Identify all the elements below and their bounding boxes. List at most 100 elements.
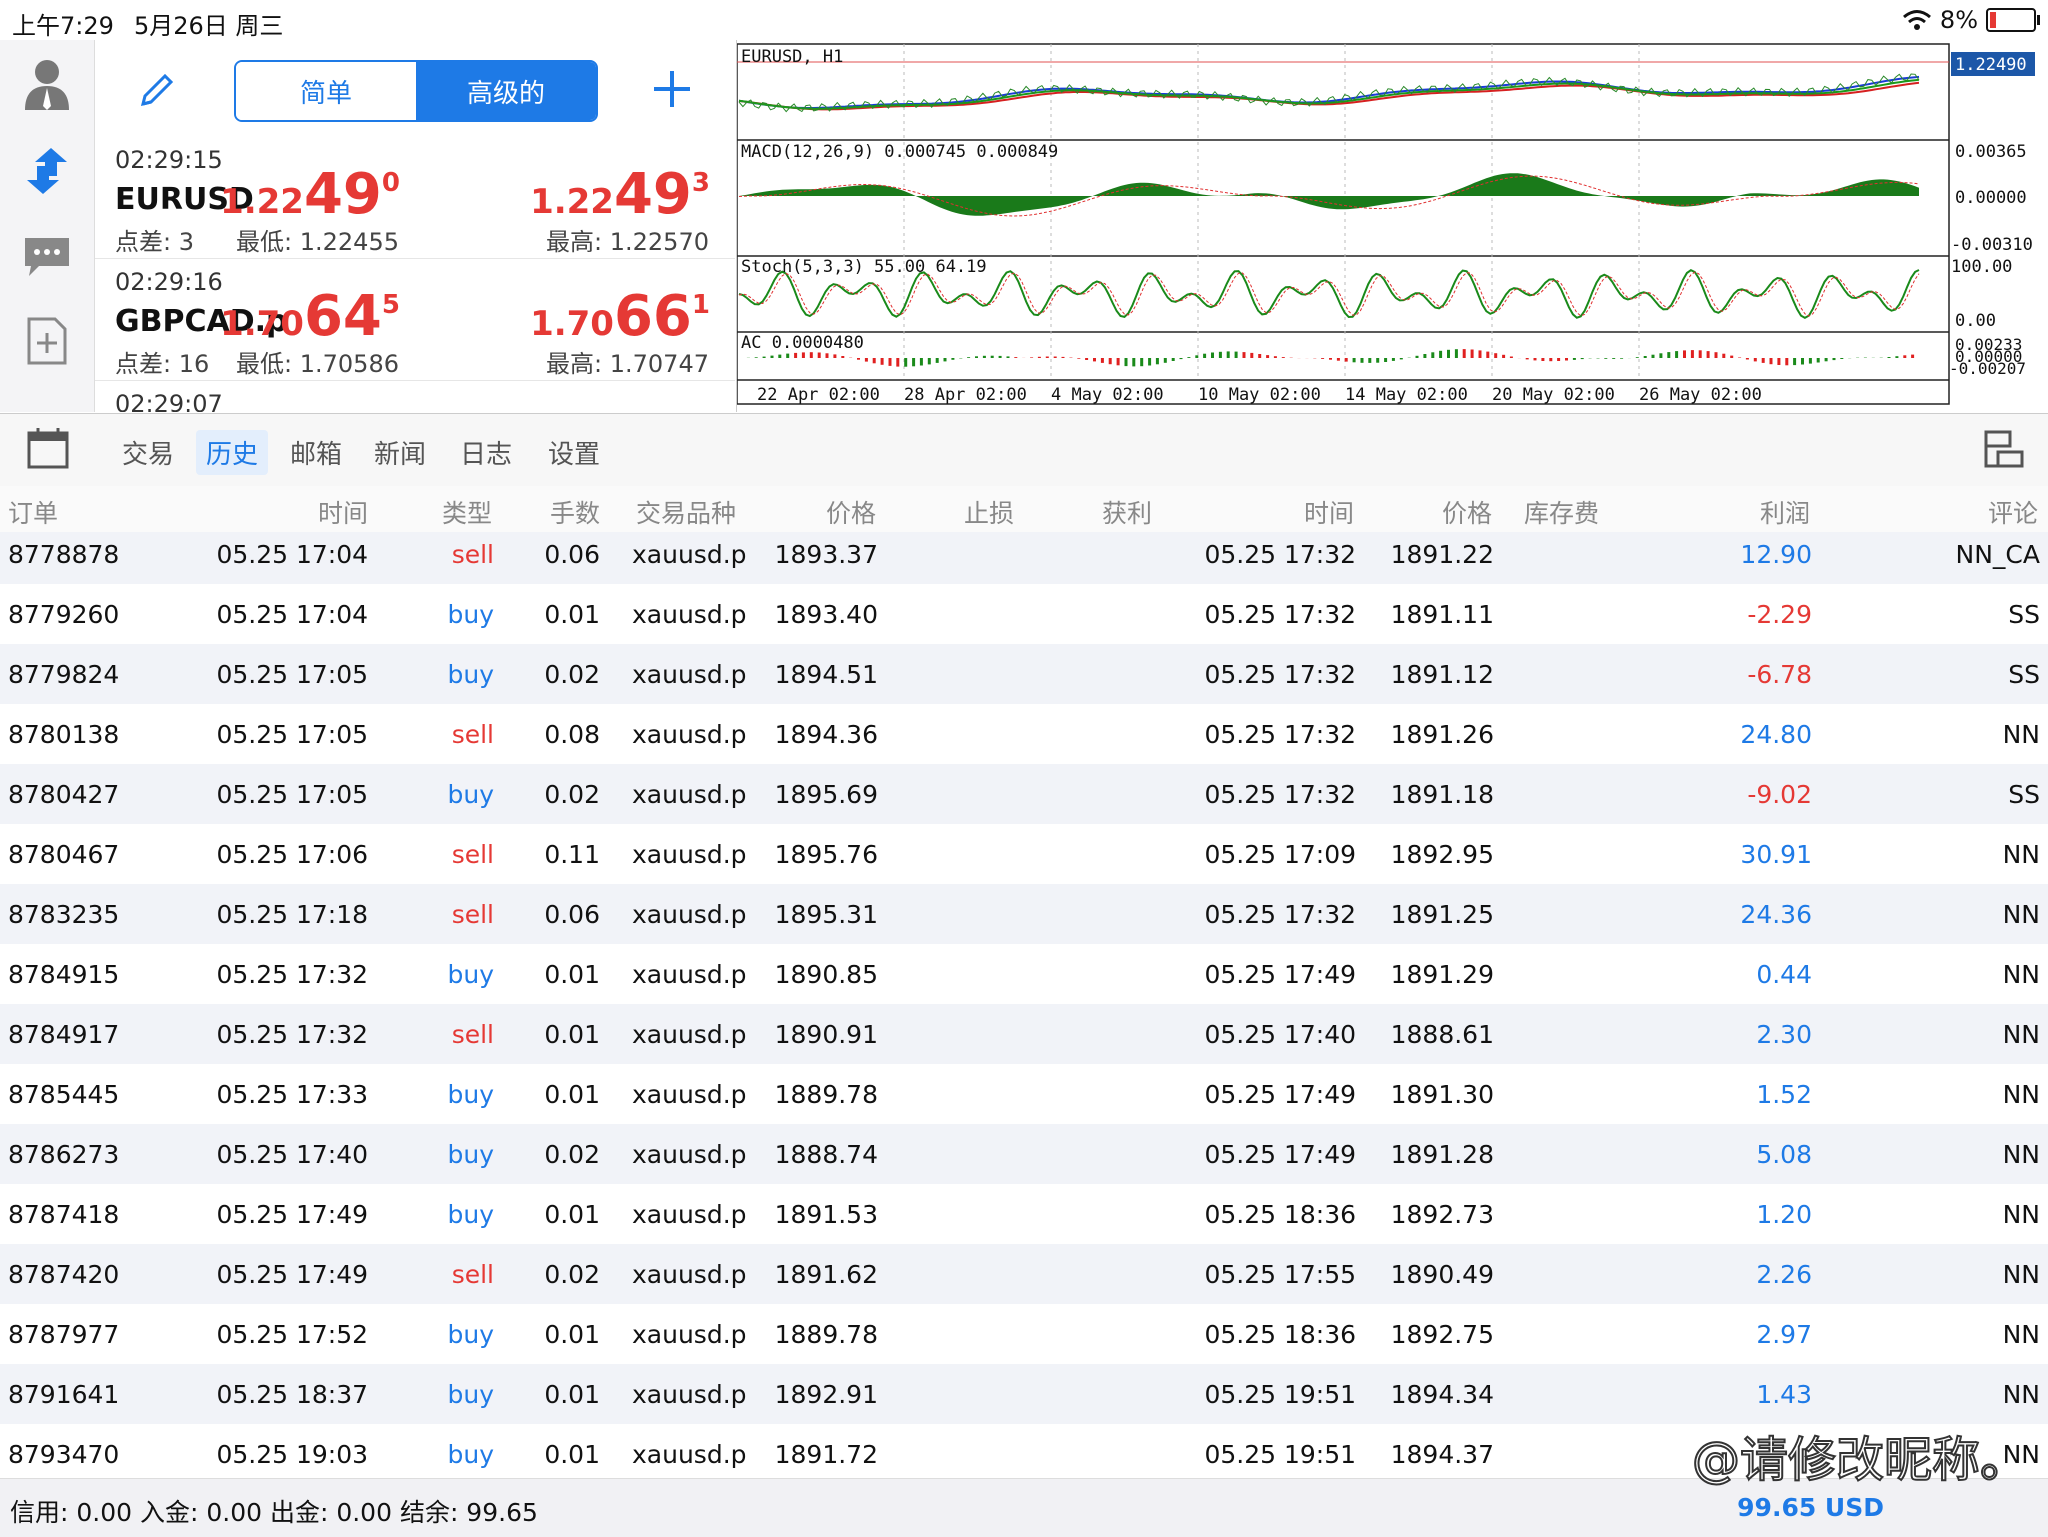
cell-open-time: 05.25 17:18	[216, 900, 368, 929]
cell-symbol: xauusd.p	[632, 780, 747, 809]
table-row[interactable]: 878491505.25 17:32buy0.01xauusd.p1890.85…	[0, 944, 2048, 1004]
table-row[interactable]: 877982405.25 17:05buy0.02xauusd.p1894.51…	[0, 644, 2048, 704]
layout-toggle-icon[interactable]	[1982, 428, 2026, 472]
calendar-icon[interactable]	[26, 426, 70, 470]
cell-close-price: 1891.22	[1391, 540, 1494, 569]
edit-pencil-icon[interactable]	[137, 70, 177, 110]
col-symbol[interactable]: 交易品种	[636, 494, 736, 530]
cell-type: sell	[452, 840, 494, 869]
ac-bar	[1604, 358, 1607, 359]
cell-open-time: 05.25 17:05	[216, 780, 368, 809]
table-row[interactable]: 878491705.25 17:32sell0.01xauusd.p1890.9…	[0, 1004, 2048, 1064]
ac-bar	[1321, 358, 1324, 359]
ac-bar	[1164, 358, 1167, 363]
ac-bar	[1833, 358, 1836, 360]
table-row[interactable]: 877887805.25 17:04sell0.06xauusd.p1893.3…	[0, 532, 2048, 584]
col-order[interactable]: 订单	[8, 494, 58, 530]
ac-bar	[1235, 352, 1238, 358]
cell-symbol: xauusd.p	[632, 720, 747, 749]
bid-price-pip: 5	[382, 290, 400, 320]
table-row[interactable]: 878323505.25 17:18sell0.06xauusd.p1895.3…	[0, 884, 2048, 944]
ac-bar	[1793, 358, 1796, 365]
tab-journal[interactable]: 日志	[450, 430, 522, 475]
chart-panel[interactable]: EURUSD, H1 1.22490 MACD(12,26,9) 0.00074…	[736, 40, 2048, 412]
col-swap[interactable]: 库存费	[1524, 494, 1599, 530]
cell-open-time: 05.25 17:32	[216, 960, 368, 989]
col-close-price[interactable]: 价格	[1442, 494, 1492, 530]
cell-volume: 0.02	[544, 1140, 600, 1169]
col-take-profit[interactable]: 获利	[1102, 494, 1152, 530]
simple-mode-button[interactable]: 简单	[236, 62, 416, 120]
macd-axis-bottom: -0.00310	[1951, 235, 2033, 255]
tab-trade[interactable]: 交易	[112, 430, 184, 475]
table-row[interactable]: 879164105.25 18:37buy0.01xauusd.p1892.91…	[0, 1364, 2048, 1424]
ac-bar	[833, 354, 836, 358]
table-row[interactable]: 878797705.25 17:52buy0.01xauusd.p1889.78…	[0, 1304, 2048, 1364]
ac-bar	[999, 356, 1002, 358]
cell-symbol: xauusd.p	[632, 1440, 747, 1469]
ac-bar	[1368, 358, 1371, 363]
quote-row-partial[interactable]: 02:29:07	[95, 384, 735, 412]
ac-bar	[881, 358, 884, 365]
table-row[interactable]: 878042705.25 17:05buy0.02xauusd.p1895.69…	[0, 764, 2048, 824]
cell-type: sell	[452, 1020, 494, 1049]
cell-comment: NN	[2003, 900, 2040, 929]
table-row[interactable]: 878013805.25 17:05sell0.08xauusd.p1894.3…	[0, 704, 2048, 764]
ac-bar	[1675, 351, 1678, 358]
advanced-mode-button[interactable]: 高级的	[416, 62, 596, 120]
chat-icon[interactable]	[18, 228, 76, 286]
tab-history[interactable]: 历史	[196, 430, 268, 475]
ac-bar	[936, 358, 939, 363]
col-stop-loss[interactable]: 止损	[964, 494, 1014, 530]
ac-bar	[904, 358, 907, 367]
macd-axis-mid: 0.00000	[1955, 188, 2027, 208]
quote-row-gbpcad[interactable]: 02:29:16 GBPCAD.p 点差: 16 1.70645 1.70661…	[95, 262, 735, 381]
cell-open-time: 05.25 17:05	[216, 720, 368, 749]
table-row[interactable]: 878627305.25 17:40buy0.02xauusd.p1888.74…	[0, 1124, 2048, 1184]
cell-open-price: 1892.91	[775, 1380, 878, 1409]
col-close-time[interactable]: 时间	[1304, 494, 1354, 530]
indicator-charts[interactable]: EURUSD, H1 1.22490 MACD(12,26,9) 0.00074…	[737, 40, 2048, 412]
col-profit[interactable]: 利润	[1760, 494, 1810, 530]
date-axis-label: 14 May 02:00	[1345, 385, 1468, 405]
col-open-time[interactable]: 时间	[318, 494, 368, 530]
ac-bar	[1463, 349, 1466, 358]
table-row[interactable]: 878046705.25 17:06sell0.11xauusd.p1895.7…	[0, 824, 2048, 884]
ac-bar	[1085, 358, 1088, 360]
cell-open-price: 1890.91	[775, 1020, 878, 1049]
add-symbol-icon[interactable]	[651, 68, 693, 110]
cell-type: buy	[447, 660, 494, 689]
cell-close-time: 05.25 17:32	[1204, 780, 1356, 809]
quote-row-eurusd[interactable]: 02:29:15 EURUSD 点差: 3 1.22490 1.22493 最低…	[95, 140, 735, 259]
bid-price-big: 49	[304, 168, 382, 222]
battery-icon	[1986, 8, 2036, 32]
ac-axis-bottom: -0.00207	[1949, 359, 2026, 378]
ac-bar	[1754, 358, 1757, 361]
cell-volume: 0.01	[544, 1020, 600, 1049]
cell-close-time: 05.25 19:51	[1204, 1380, 1356, 1409]
col-volume[interactable]: 手数	[550, 494, 600, 530]
new-document-icon[interactable]	[18, 312, 76, 370]
quote-high: 最高: 1.22570	[546, 222, 709, 257]
col-comment[interactable]: 评论	[1988, 494, 2038, 530]
trade-arrows-icon[interactable]	[18, 142, 76, 200]
table-row[interactable]: 878741805.25 17:49buy0.01xauusd.p1891.53…	[0, 1184, 2048, 1244]
cell-close-price: 1891.18	[1391, 780, 1494, 809]
ac-bar	[1667, 352, 1670, 358]
tab-mailbox[interactable]: 邮箱	[280, 430, 352, 475]
ac-bar	[1077, 358, 1080, 359]
col-type[interactable]: 类型	[442, 494, 492, 530]
table-row[interactable]: 877926005.25 17:04buy0.01xauusd.p1893.40…	[0, 584, 2048, 644]
tab-settings[interactable]: 设置	[538, 430, 610, 475]
bid-price-pip: 0	[382, 168, 400, 198]
account-icon[interactable]	[18, 54, 76, 112]
cell-order: 8783235	[8, 900, 119, 929]
tab-news[interactable]: 新闻	[364, 430, 436, 475]
col-open-price[interactable]: 价格	[826, 494, 876, 530]
ac-bar	[1809, 358, 1812, 364]
table-row[interactable]: 878742005.25 17:49sell0.02xauusd.p1891.6…	[0, 1244, 2048, 1304]
ac-bar	[1187, 357, 1190, 358]
table-row[interactable]: 878544505.25 17:33buy0.01xauusd.p1889.78…	[0, 1064, 2048, 1124]
ac-bar	[1219, 352, 1222, 358]
cell-close-price: 1891.26	[1391, 720, 1494, 749]
